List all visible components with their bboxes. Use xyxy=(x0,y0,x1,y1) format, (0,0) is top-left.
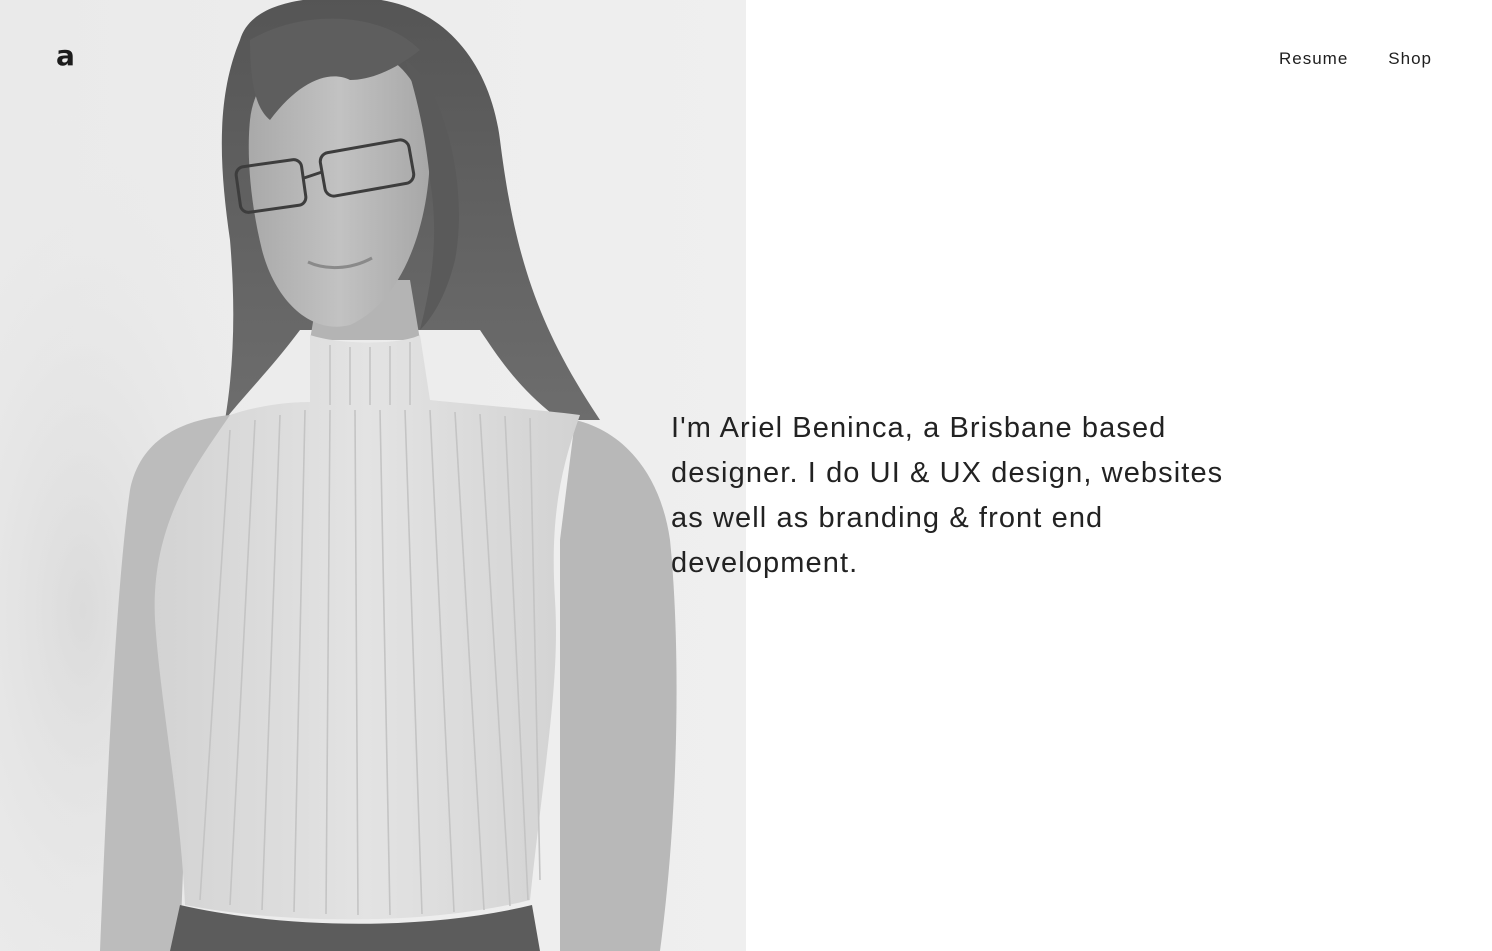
intro-text: I'm Ariel Beninca, a Brisbane based desi… xyxy=(671,412,1224,579)
nav-resume-link[interactable]: Resume xyxy=(1279,48,1348,70)
logo-link[interactable]: a xyxy=(56,38,75,74)
page: a Resume Shop I'm Ariel Beninca, a Brisb… xyxy=(0,0,1492,951)
nav-shop-link[interactable]: Shop xyxy=(1388,48,1432,70)
main-nav: Resume Shop xyxy=(1279,48,1432,70)
hero-photo-panel xyxy=(0,0,746,951)
portrait-photo xyxy=(0,0,746,951)
